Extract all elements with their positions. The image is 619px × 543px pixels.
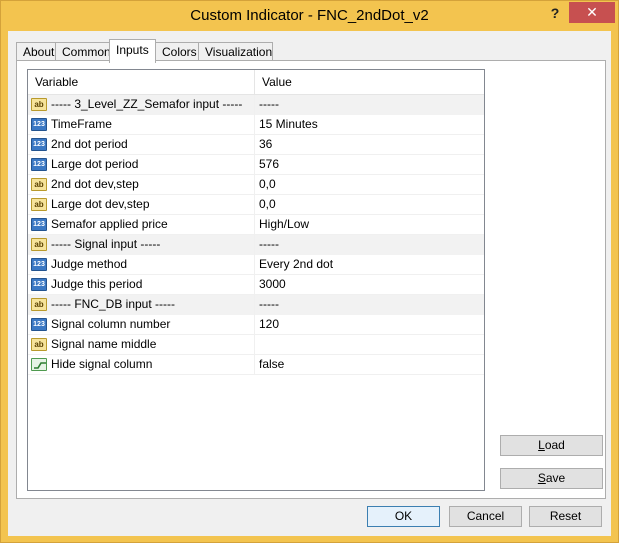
number-type-icon: 123 <box>31 258 47 271</box>
table-row[interactable]: ab 2nd dot dev,step 0,0 <box>28 175 484 195</box>
table-row[interactable]: 123 Judge method Every 2nd dot <box>28 255 484 275</box>
tab-inputs[interactable]: Inputs <box>109 39 156 63</box>
number-type-icon: 123 <box>31 138 47 151</box>
value-cell[interactable]: 3000 <box>255 275 484 295</box>
window-title: Custom Indicator - FNC_2ndDot_v2 <box>190 7 429 24</box>
table-row[interactable]: ab ----- Signal input ----- ----- <box>28 235 484 255</box>
variable-name: Large dot dev,step <box>51 197 150 211</box>
dialog-client-area: About Common Inputs Colors Visualization… <box>8 31 611 536</box>
string-type-icon: ab <box>31 238 47 251</box>
load-button-mnemonic: L <box>538 438 545 452</box>
close-button[interactable]: ✕ <box>569 2 615 23</box>
variable-cell[interactable]: 123 Large dot period <box>28 155 255 175</box>
tab-visualization[interactable]: Visualization <box>198 42 273 62</box>
string-type-icon: ab <box>31 338 47 351</box>
title-bar[interactable]: Custom Indicator - FNC_2ndDot_v2 ? ✕ <box>1 1 618 31</box>
variable-cell[interactable]: ab ----- Signal input ----- <box>28 235 255 255</box>
value-cell[interactable]: ----- <box>255 95 484 115</box>
inputs-grid: Variable Value ab ----- 3_Level_ZZ_Semafo… <box>27 69 485 491</box>
boolean-type-icon <box>31 358 47 371</box>
string-type-icon: ab <box>31 178 47 191</box>
column-header-value[interactable]: Value <box>255 70 484 95</box>
variable-cell[interactable]: ab 2nd dot dev,step <box>28 175 255 195</box>
value-cell[interactable]: 36 <box>255 135 484 155</box>
value-cell[interactable] <box>255 335 484 355</box>
load-button-label: oad <box>544 438 565 452</box>
table-row[interactable]: 123 Judge this period 3000 <box>28 275 484 295</box>
variable-cell[interactable]: 123 Signal column number <box>28 315 255 335</box>
value-cell[interactable]: ----- <box>255 295 484 315</box>
grid-rows: ab ----- 3_Level_ZZ_Semafor input ----- --… <box>28 95 484 375</box>
value-cell[interactable]: Every 2nd dot <box>255 255 484 275</box>
value-cell[interactable]: 0,0 <box>255 195 484 215</box>
variable-name: Large dot period <box>51 157 139 171</box>
help-button[interactable]: ? <box>544 3 566 23</box>
number-type-icon: 123 <box>31 318 47 331</box>
variable-cell[interactable]: ab ----- FNC_DB input ----- <box>28 295 255 315</box>
value-cell[interactable]: 120 <box>255 315 484 335</box>
variable-cell[interactable]: 123 Judge method <box>28 255 255 275</box>
variable-name: Signal name middle <box>51 337 157 351</box>
variable-name: Judge method <box>51 257 128 271</box>
value-cell[interactable]: High/Low <box>255 215 484 235</box>
variable-cell[interactable]: 123 TimeFrame <box>28 115 255 135</box>
variable-name: Hide signal column <box>51 357 153 371</box>
tab-about[interactable]: About <box>16 42 56 62</box>
table-row[interactable]: Hide signal column false <box>28 355 484 375</box>
column-header-variable[interactable]: Variable <box>28 70 255 95</box>
table-row[interactable]: ab ----- 3_Level_ZZ_Semafor input ----- --… <box>28 95 484 115</box>
variable-name: Judge this period <box>51 277 143 291</box>
value-cell[interactable]: false <box>255 355 484 375</box>
variable-name: 2nd dot period <box>51 137 128 151</box>
variable-name: Signal column number <box>51 317 171 331</box>
ok-button[interactable]: OK <box>367 506 440 527</box>
string-type-icon: ab <box>31 198 47 211</box>
value-cell[interactable]: 576 <box>255 155 484 175</box>
dialog-window: Custom Indicator - FNC_2ndDot_v2 ? ✕ Abo… <box>0 0 619 543</box>
value-cell[interactable]: ----- <box>255 235 484 255</box>
number-type-icon: 123 <box>31 218 47 231</box>
table-row[interactable]: ab Large dot dev,step 0,0 <box>28 195 484 215</box>
table-row[interactable]: 123 2nd dot period 36 <box>28 135 484 155</box>
table-row[interactable]: ab Signal name middle <box>28 335 484 355</box>
table-row[interactable]: 123 TimeFrame 15 Minutes <box>28 115 484 135</box>
save-button-label: ave <box>545 471 566 485</box>
string-type-icon: ab <box>31 298 47 311</box>
variable-name: ----- 3_Level_ZZ_Semafor input ----- <box>51 97 243 111</box>
table-row[interactable]: ab ----- FNC_DB input ----- ----- <box>28 295 484 315</box>
variable-cell[interactable]: 123 Judge this period <box>28 275 255 295</box>
variable-cell[interactable]: Hide signal column <box>28 355 255 375</box>
variable-cell[interactable]: 123 2nd dot period <box>28 135 255 155</box>
save-button-mnemonic: S <box>537 471 546 485</box>
reset-button[interactable]: Reset <box>529 506 602 527</box>
string-type-icon: ab <box>31 98 47 111</box>
table-row[interactable]: 123 Signal column number 120 <box>28 315 484 335</box>
cancel-button[interactable]: Cancel <box>449 506 522 527</box>
table-row[interactable]: 123 Semafor applied price High/Low <box>28 215 484 235</box>
number-type-icon: 123 <box>31 118 47 131</box>
variable-cell[interactable]: ab Signal name middle <box>28 335 255 355</box>
grid-header: Variable Value <box>28 70 484 95</box>
number-type-icon: 123 <box>31 278 47 291</box>
load-button[interactable]: Load <box>500 435 603 456</box>
number-type-icon: 123 <box>31 158 47 171</box>
variable-name: Semafor applied price <box>51 217 168 231</box>
variable-cell[interactable]: ab Large dot dev,step <box>28 195 255 215</box>
value-cell[interactable]: 0,0 <box>255 175 484 195</box>
tab-colors[interactable]: Colors <box>155 42 199 62</box>
variable-name: 2nd dot dev,step <box>51 177 139 191</box>
variable-name: TimeFrame <box>51 117 112 131</box>
tab-common[interactable]: Common <box>55 42 111 62</box>
save-button[interactable]: Save <box>500 468 603 489</box>
table-row[interactable]: 123 Large dot period 576 <box>28 155 484 175</box>
variable-cell[interactable]: 123 Semafor applied price <box>28 215 255 235</box>
value-cell[interactable]: 15 Minutes <box>255 115 484 135</box>
inputs-panel: Variable Value ab ----- 3_Level_ZZ_Semafo… <box>16 60 606 499</box>
variable-cell[interactable]: ab ----- 3_Level_ZZ_Semafor input ----- <box>28 95 255 115</box>
variable-name: ----- Signal input ----- <box>51 237 161 251</box>
variable-name: ----- FNC_DB input ----- <box>51 297 175 311</box>
